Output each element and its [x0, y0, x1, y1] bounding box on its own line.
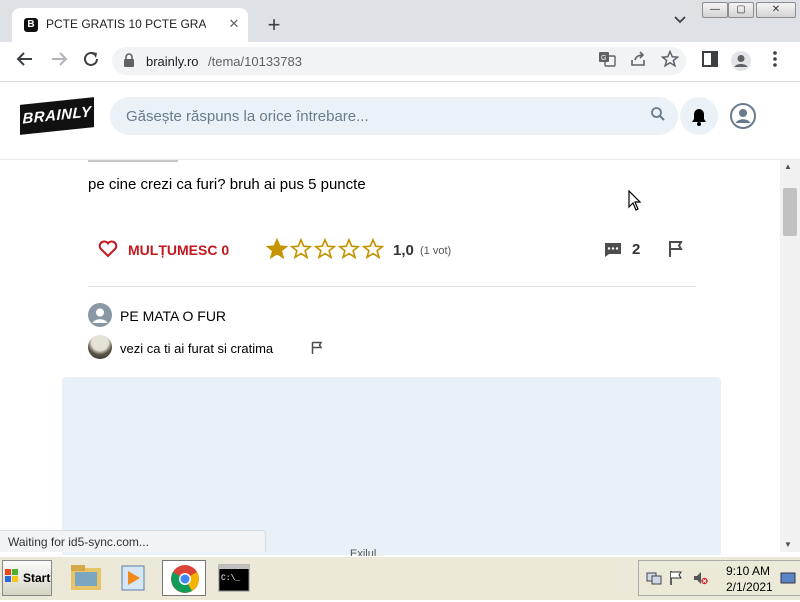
comment-text: vezi ca ti ai furat si cratima [120, 341, 274, 356]
new-tab-button[interactable]: + [262, 14, 286, 38]
tab-title: PCTE GRATIS 10 PCTE GRATIS - Brainly.ro [46, 17, 206, 31]
star-filled-icon[interactable] [265, 237, 290, 260]
star-empty-icon[interactable] [337, 237, 362, 260]
rating-stars[interactable] [265, 237, 386, 260]
rating-votes: (1 vot) [420, 245, 452, 257]
scroll-up-arrow-icon[interactable]: ▲ [784, 162, 792, 171]
star-empty-icon[interactable] [361, 237, 386, 260]
forward-icon[interactable] [48, 50, 70, 72]
back-icon[interactable] [14, 50, 36, 72]
search-icon[interactable] [650, 106, 668, 124]
url-path: /tema/10133783 [208, 54, 302, 69]
clipped-previous-line [88, 160, 178, 162]
menu-kebab-icon[interactable] [764, 50, 786, 72]
mouse-cursor-icon [628, 189, 642, 212]
status-bubble: Waiting for id5-sync.com... [0, 530, 266, 552]
lock-icon[interactable] [124, 53, 134, 67]
heart-icon[interactable] [98, 240, 118, 258]
svg-text:C:\_: C:\_ [221, 574, 240, 583]
answer-text: pe cine crezi ca furi? bruh ai pus 5 pun… [88, 176, 366, 193]
profile-icon[interactable] [730, 50, 752, 72]
comment-icon[interactable] [604, 242, 622, 258]
chrome-icon[interactable] [162, 560, 206, 596]
browser-tab[interactable]: B PCTE GRATIS 10 PCTE GRATIS - Brainly.r… [12, 8, 248, 42]
scroll-down-arrow-icon[interactable]: ▼ [784, 540, 792, 549]
url-host: brainly.ro [146, 54, 199, 69]
svg-text:G: G [601, 55, 606, 62]
window-close-button[interactable]: ✕ [756, 2, 796, 18]
divider [88, 286, 696, 287]
star-empty-icon[interactable] [313, 237, 338, 260]
media-player-icon[interactable] [112, 560, 156, 596]
side-panel-icon[interactable] [699, 50, 721, 72]
clock-time[interactable]: 9:10 AM [726, 564, 770, 578]
translate-icon[interactable]: G [596, 50, 618, 72]
cmd-icon[interactable]: C:\_ [212, 560, 256, 596]
search-placeholder: Găsește răspuns la orice întrebare... [126, 108, 369, 125]
window-minimize-button[interactable]: — [702, 2, 728, 18]
share-icon[interactable] [627, 50, 649, 72]
show-desktop-icon[interactable] [780, 570, 796, 586]
explorer-icon[interactable] [64, 560, 108, 596]
scrollbar-thumb[interactable] [783, 188, 797, 236]
clock-date[interactable]: 2/1/2021 [726, 580, 773, 594]
volume-muted-icon[interactable] [692, 570, 708, 586]
tab-search-icon[interactable] [670, 14, 690, 34]
system-tray [638, 560, 800, 596]
star-empty-icon[interactable] [289, 237, 314, 260]
bookmark-star-icon[interactable] [659, 49, 681, 72]
comment-text: PE MATA O FUR [120, 308, 227, 324]
reload-icon[interactable] [80, 50, 102, 72]
comment-avatar-icon[interactable] [88, 303, 112, 327]
rating-value: 1,0 [393, 242, 414, 259]
action-center-flag-icon[interactable] [668, 570, 684, 586]
tab-close-icon[interactable]: ✕ [224, 14, 244, 34]
ad-placeholder [62, 377, 721, 555]
comment-count: 2 [632, 241, 641, 258]
report-flag-icon[interactable] [668, 240, 684, 258]
windows-logo-icon [5, 569, 19, 583]
brainly-favicon-icon: B [24, 18, 38, 32]
thanks-button[interactable]: MULȚUMESC 0 [128, 242, 229, 258]
comment-avatar[interactable] [88, 335, 112, 359]
network-icon[interactable] [646, 570, 662, 586]
window-maximize-button[interactable]: ▢ [728, 2, 754, 18]
notifications-bell-icon[interactable] [680, 97, 718, 135]
report-flag-icon[interactable] [311, 341, 323, 355]
user-avatar-icon[interactable] [730, 103, 756, 129]
